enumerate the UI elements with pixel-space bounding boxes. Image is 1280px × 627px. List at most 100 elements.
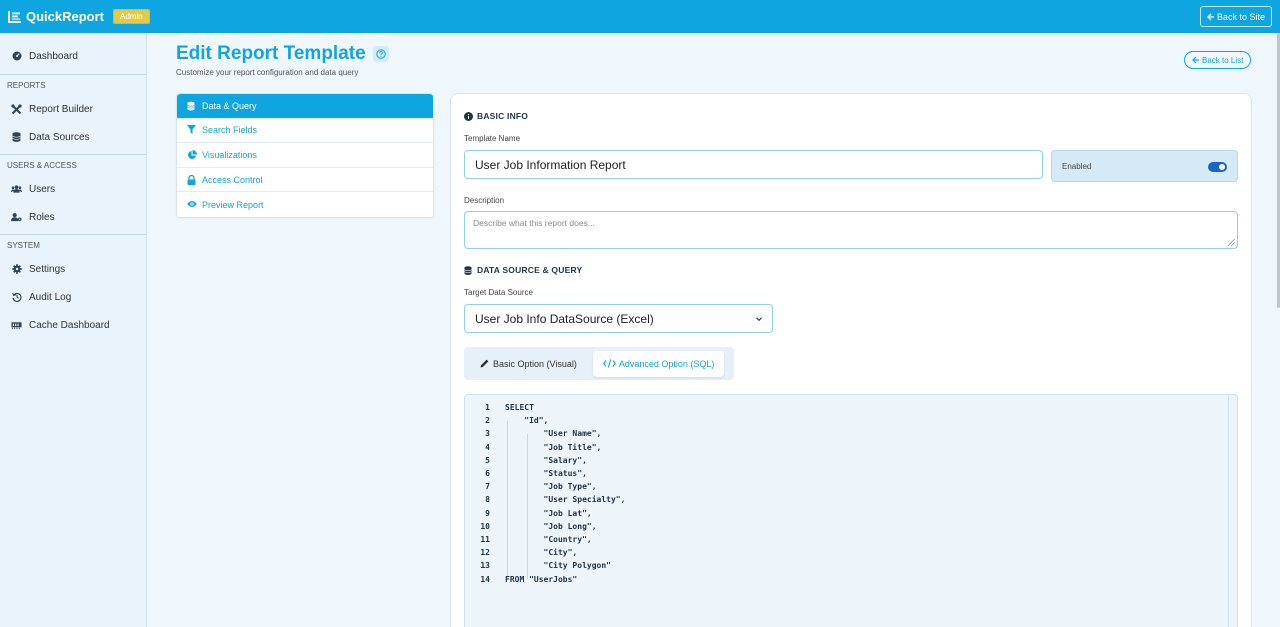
code-text: FROM "UserJobs" [505, 574, 578, 584]
admin-badge: Admin [113, 9, 150, 24]
code-text: "Status", [505, 469, 587, 479]
enabled-label: Enabled [1062, 161, 1092, 171]
tab-basic-option[interactable]: Basic Option (Visual) [467, 351, 590, 377]
help-icon[interactable] [372, 46, 389, 62]
filter-icon [187, 125, 197, 135]
target-data-source-value: User Job Info DataSource (Excel) [475, 311, 654, 326]
back-to-site-button[interactable]: Back to Site [1199, 6, 1272, 27]
code-line: 7 "Job Type", [465, 480, 597, 493]
target-data-source-select[interactable]: User Job Info DataSource (Excel) [464, 304, 773, 333]
description-textarea[interactable]: Describe what this report does... [464, 211, 1238, 249]
sidebar-item-dashboard[interactable]: Dashboard [0, 42, 146, 70]
line-number: 13 [480, 561, 490, 571]
query-mode-tabs: Basic Option (Visual) Advanced Option (S… [464, 347, 734, 380]
brand[interactable]: QuickReport [8, 9, 104, 24]
sidebar-item-data-sources[interactable]: Data Sources [0, 123, 146, 151]
line-number: 14 [480, 574, 490, 584]
code-text: "Job Long", [505, 521, 597, 531]
code-text: "Country", [505, 535, 592, 545]
menu-item-label: Access Control [202, 174, 263, 185]
back-to-list-label: Back to List [1202, 55, 1244, 65]
users-icon [11, 184, 22, 195]
code-line: 2 "Id", [465, 414, 548, 427]
pie-chart-icon [187, 149, 197, 160]
history-icon [11, 292, 22, 303]
code-line: 10 "Job Long", [465, 520, 597, 533]
menu-item-label: Data & Query [202, 100, 257, 111]
back-to-site-label: Back to Site [1216, 11, 1265, 22]
code-text: SELECT [505, 403, 534, 413]
code-text: "Job Type", [505, 482, 597, 492]
line-number: 10 [480, 521, 490, 531]
template-name-input[interactable]: User Job Information Report [464, 150, 1043, 179]
code-text: "Job Lat", [505, 508, 592, 518]
eye-icon [187, 200, 197, 210]
sidebar-item-label: Roles [29, 211, 55, 223]
description-label: Description [464, 196, 505, 205]
database-icon [11, 132, 22, 143]
code-line: 8 "User Specialty", [465, 493, 625, 506]
line-number: 9 [485, 508, 490, 518]
code-text: "User Name", [505, 429, 602, 439]
sidebar-item-roles[interactable]: Roles [0, 203, 146, 231]
arrow-left-icon [1192, 56, 1199, 64]
sidebar-item-label: Cache Dashboard [29, 319, 110, 331]
sidebar-item-label: Audit Log [29, 291, 72, 303]
basic-info-heading-text: BASIC INFO [477, 111, 529, 121]
menu-item-preview-report[interactable]: Preview Report [177, 192, 433, 217]
line-number: 4 [485, 442, 490, 452]
gauge-icon [11, 51, 22, 62]
info-circle-icon [464, 111, 473, 121]
sql-editor[interactable]: 1 SELECT 2 "Id", 3 "User Name", 4 "Job Title… [464, 394, 1238, 627]
code-text: "Id", [505, 416, 549, 426]
sidebar-item-cache-dashboard[interactable]: Cache Dashboard [0, 311, 146, 339]
target-data-source-label: Target Data Source [464, 288, 533, 297]
user-cog-icon [11, 212, 22, 223]
resize-handle[interactable] [1228, 239, 1235, 246]
top-bar: QuickReport Admin Back to Site [0, 0, 1280, 33]
chevron-down-icon [756, 317, 762, 322]
sidebar-item-label: Users [29, 183, 56, 195]
data-source-heading-text: DATA SOURCE & QUERY [477, 265, 583, 275]
enabled-toggle[interactable] [1208, 162, 1227, 172]
menu-item-data-query[interactable]: Data & Query [177, 94, 433, 119]
sidebar-item-audit-log[interactable]: Audit Log [0, 283, 146, 311]
sidebar: Dashboard REPORTS Report Builder Data So… [0, 33, 147, 627]
sidebar-item-users[interactable]: Users [0, 175, 146, 203]
code-text: "User Specialty", [505, 495, 626, 505]
line-number: 2 [485, 416, 490, 426]
arrow-left-icon [1207, 13, 1214, 20]
template-form-card: BASIC INFO Template Name User Job Inform… [450, 93, 1252, 627]
menu-item-label: Search Fields [202, 125, 258, 136]
sidebar-item-report-builder[interactable]: Report Builder [0, 95, 146, 123]
tab-advanced-option[interactable]: Advanced Option (SQL) [592, 350, 725, 377]
menu-item-search-fields[interactable]: Search Fields [177, 119, 433, 144]
code-line: 11 "Country", [465, 533, 592, 546]
line-number: 8 [485, 495, 490, 505]
code-icon [602, 358, 616, 369]
gear-icon [11, 264, 22, 275]
line-number: 7 [485, 482, 490, 492]
line-number: 5 [485, 455, 490, 465]
lock-icon [187, 174, 197, 185]
tab-label: Advanced Option (SQL) [618, 358, 715, 369]
list-chart-icon [8, 10, 21, 23]
code-line: 5 "Salary", [465, 454, 587, 467]
menu-item-label: Visualizations [202, 149, 257, 160]
back-to-list-button[interactable]: Back to List [1184, 51, 1252, 69]
editor-scrollbar[interactable] [1228, 395, 1229, 627]
brand-name: QuickReport [26, 9, 105, 24]
code-line: 9 "Job Lat", [465, 507, 592, 520]
code-text: "City", [505, 548, 578, 558]
page-subtitle: Customize your report configuration and … [176, 68, 359, 77]
menu-item-visualizations[interactable]: Visualizations [177, 143, 433, 168]
sidebar-section-reports: REPORTS [7, 80, 46, 90]
tools-icon [11, 103, 22, 115]
line-number: 12 [480, 548, 490, 558]
sidebar-item-label: Report Builder [29, 103, 93, 115]
menu-item-access-control[interactable]: Access Control [177, 168, 433, 193]
sidebar-item-settings[interactable]: Settings [0, 255, 146, 283]
sidebar-item-label: Settings [29, 263, 66, 275]
code-line: 4 "Job Title", [465, 441, 601, 454]
memory-icon [11, 320, 22, 331]
